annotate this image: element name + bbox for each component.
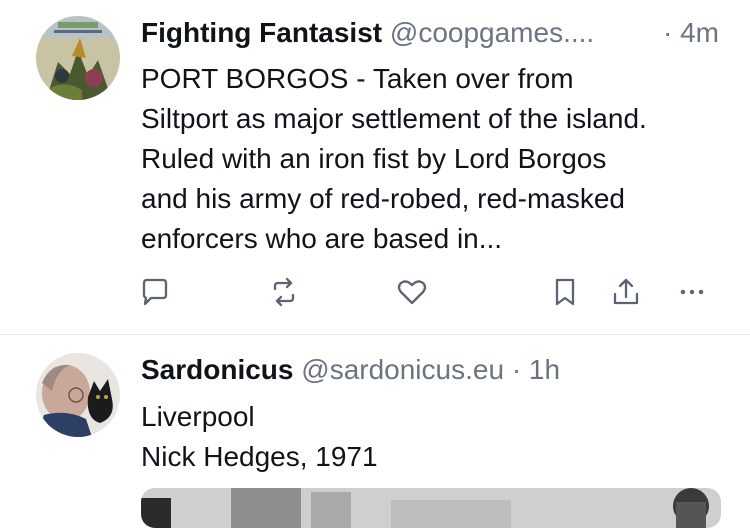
post-body-line: and his army of red-robed, red-masked: [141, 183, 625, 214]
post-body-line: Nick Hedges, 1971: [141, 441, 378, 472]
post-body-line: Ruled with an iron fist by Lord Borgos: [141, 143, 607, 174]
author-handle[interactable]: @sardonicus.eu: [301, 354, 504, 385]
post-actions: [0, 272, 750, 312]
reply-icon[interactable]: [135, 272, 175, 312]
feed-post[interactable]: Fighting Fantasist @coopgames.... · 4m P…: [0, 0, 750, 334]
post-body: Liverpool Nick Hedges, 1971: [141, 397, 731, 477]
more-icon[interactable]: [672, 272, 712, 312]
author-handle[interactable]: @coopgames....: [390, 17, 594, 48]
share-icon[interactable]: [606, 272, 646, 312]
post-header: Sardonicus @sardonicus.eu · 1h: [141, 353, 730, 387]
post-body-line: PORT BORGOS - Taken over from: [141, 63, 574, 94]
author-name[interactable]: Fighting Fantasist: [141, 17, 382, 48]
post-body-line: Liverpool: [141, 401, 255, 432]
post-timestamp[interactable]: · 1h: [512, 354, 560, 385]
bookmark-icon[interactable]: [545, 272, 585, 312]
post-image[interactable]: [141, 488, 721, 528]
book-cover-avatar-icon[interactable]: [36, 16, 120, 100]
post-timestamp[interactable]: · 4m: [663, 16, 719, 50]
like-icon[interactable]: [392, 272, 432, 312]
author-name[interactable]: Sardonicus: [141, 354, 293, 385]
feed-post[interactable]: Sardonicus @sardonicus.eu · 1h Liverpool…: [0, 335, 750, 528]
post-header: Fighting Fantasist @coopgames....: [141, 16, 730, 50]
man-with-cat-avatar-icon[interactable]: [36, 353, 120, 437]
repost-icon[interactable]: [264, 272, 304, 312]
post-body: PORT BORGOS - Taken over from Siltport a…: [141, 59, 731, 259]
post-body-line: Siltport as major settlement of the isla…: [141, 103, 647, 134]
post-body-line: enforcers who are based in...: [141, 223, 503, 254]
